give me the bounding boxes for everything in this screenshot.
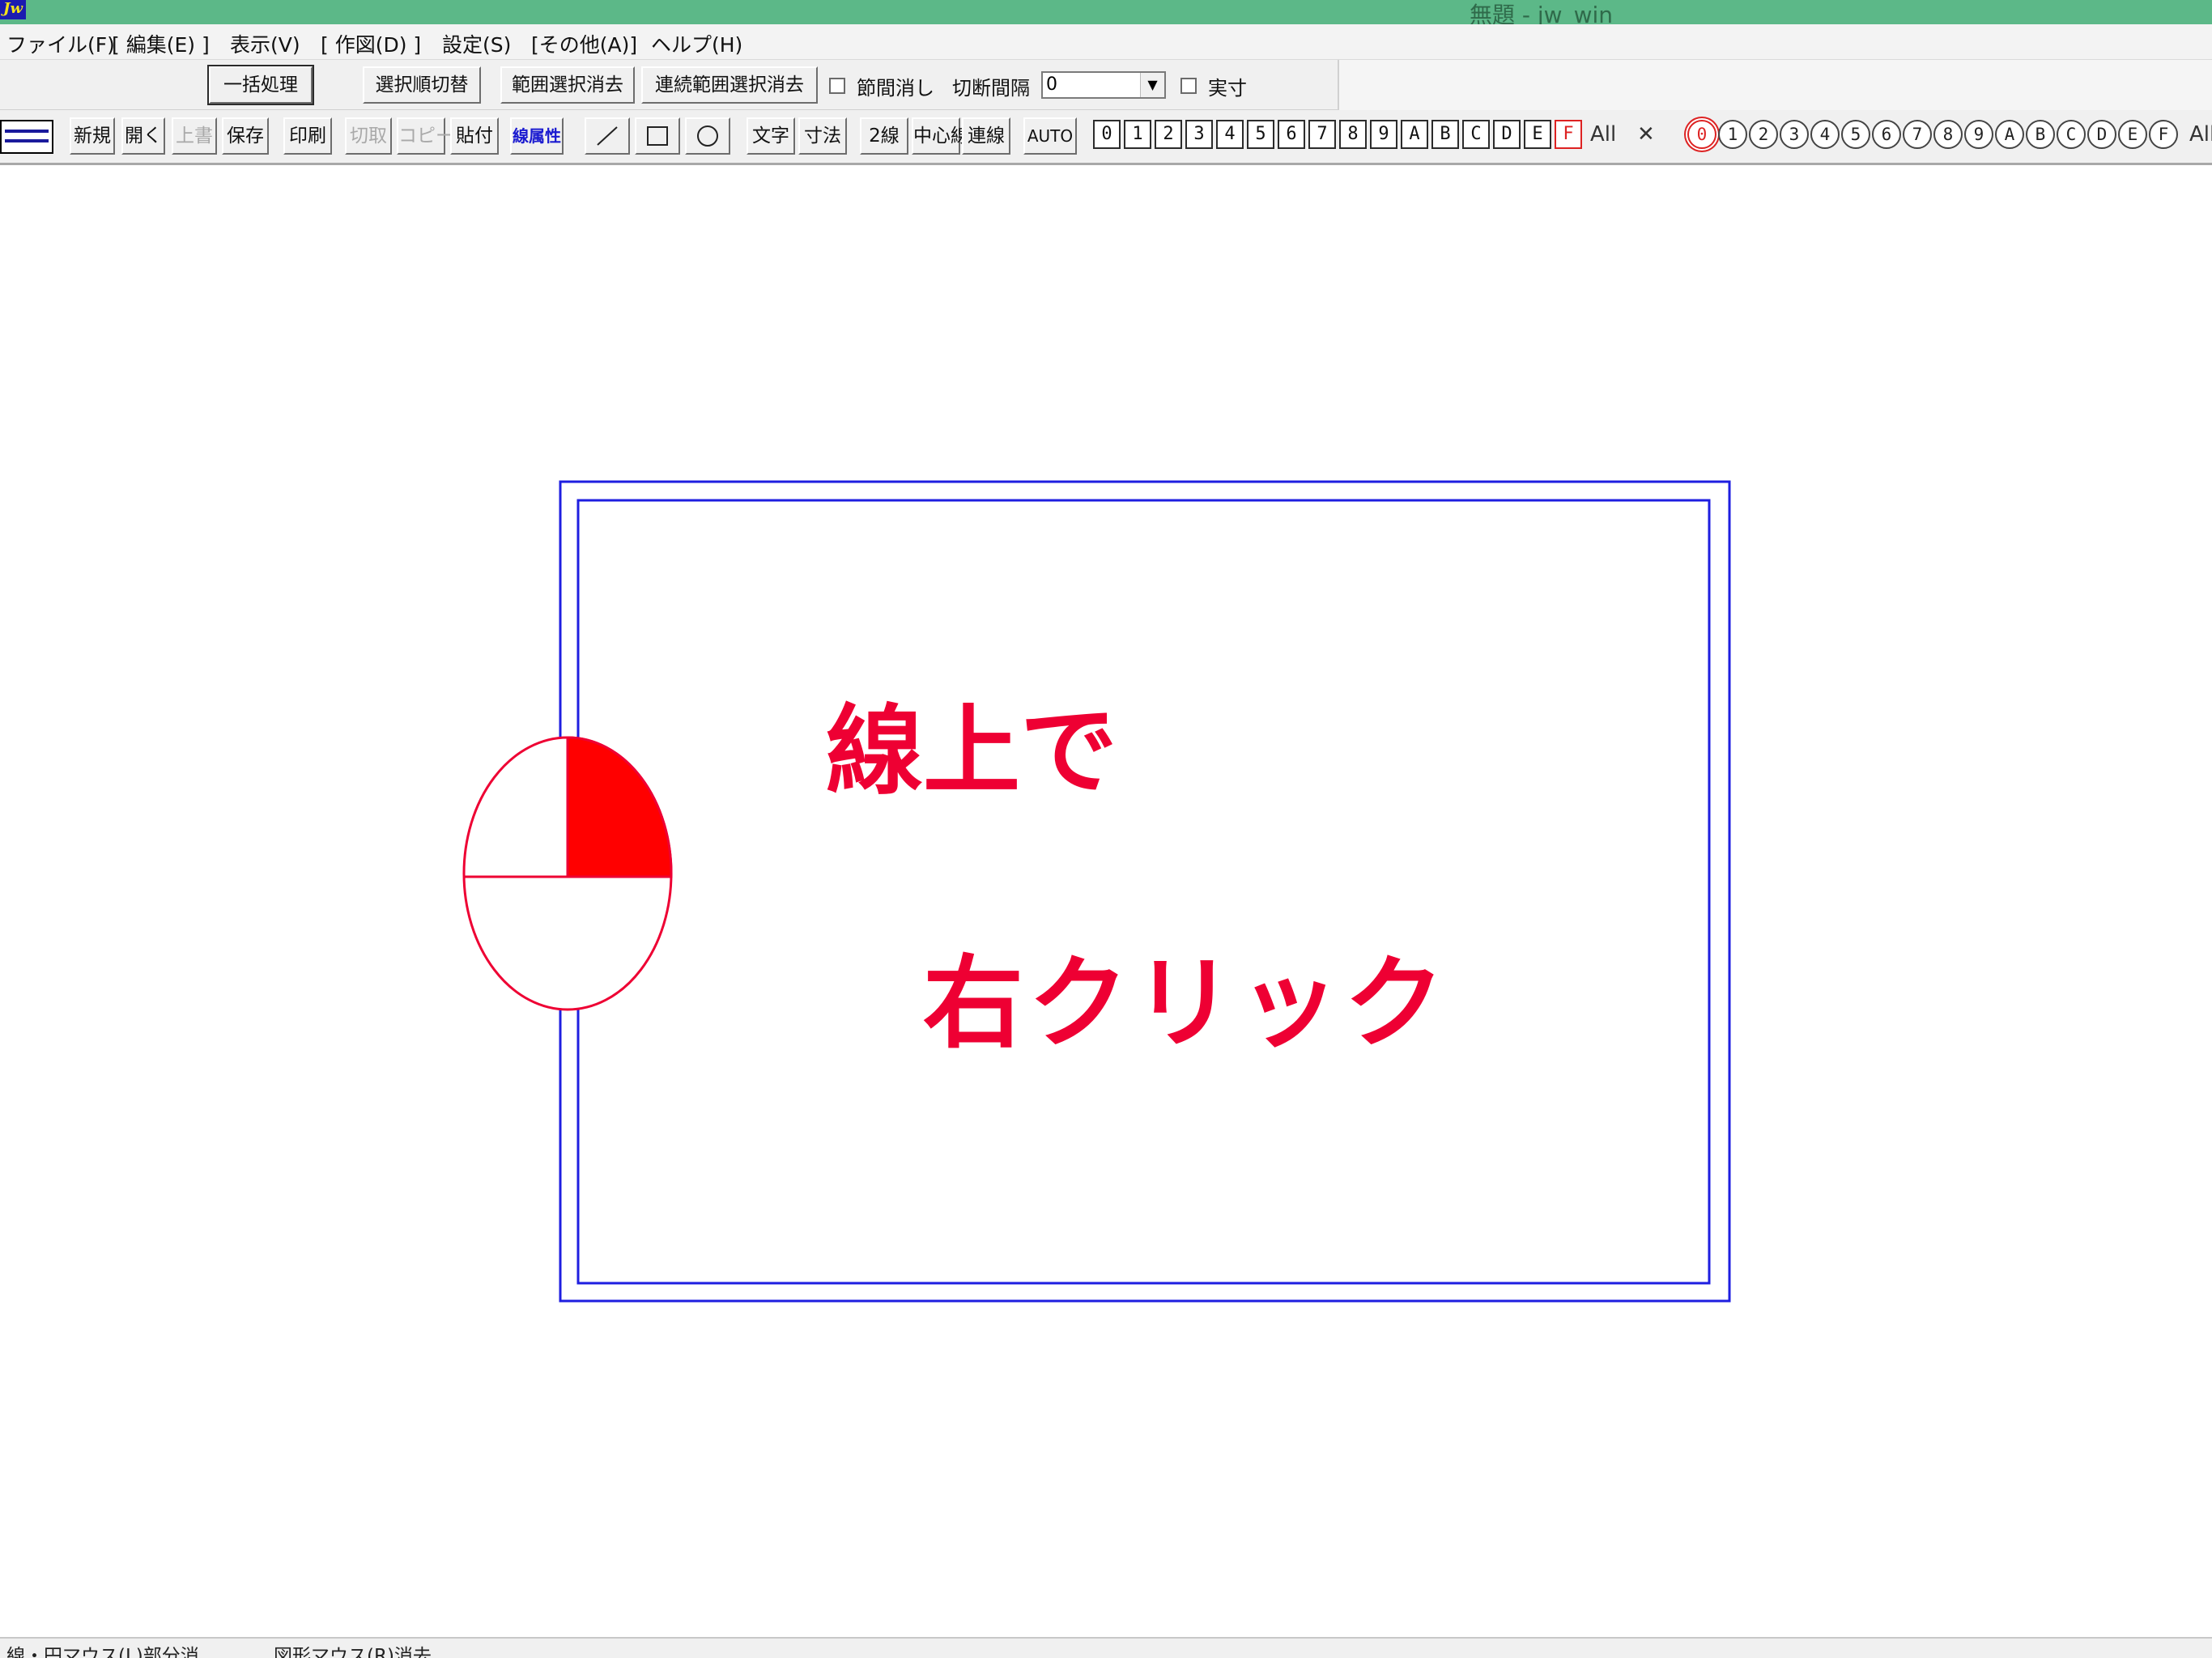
- layer-group-button-a[interactable]: A: [1995, 120, 2024, 149]
- cut-button[interactable]: 切取: [345, 117, 392, 155]
- connect-line-button[interactable]: 連線: [962, 117, 1010, 155]
- select-order-button[interactable]: 選択順切替: [363, 66, 481, 104]
- menu-draw[interactable]: [ 作図(D) ]: [321, 29, 421, 58]
- drawing-layer: [462, 480, 1731, 1303]
- save-button[interactable]: 保存: [222, 117, 269, 155]
- drawing-canvas[interactable]: 線上で 右クリック: [0, 165, 2212, 1637]
- layer-group-button-9[interactable]: 9: [1964, 120, 1993, 149]
- inner-frame[interactable]: [576, 499, 1711, 1285]
- menu-edit[interactable]: [ 編集(E) ]: [112, 29, 210, 58]
- layer-group-button-f[interactable]: F: [2149, 120, 2178, 149]
- jw-logo-icon[interactable]: Jw: [0, 0, 26, 19]
- layer-group-button-b[interactable]: B: [2026, 120, 2055, 149]
- layer-button-f[interactable]: F: [1555, 120, 1582, 149]
- title-bar: Jw 無題 - jw_win: [0, 0, 2212, 28]
- chevron-down-icon[interactable]: ▼: [1140, 73, 1164, 97]
- status-right: 図形マウス(R)消去: [274, 1646, 432, 1658]
- layer-group-button-3[interactable]: 3: [1780, 120, 1809, 149]
- menu-settings[interactable]: 設定(S): [442, 29, 511, 58]
- circle-tool-icon: [697, 125, 718, 147]
- annotation-line2: 右クリック: [923, 946, 1450, 1062]
- layer-button-a[interactable]: A: [1401, 120, 1428, 149]
- circle-tool-button[interactable]: [685, 117, 730, 155]
- node-erase-checkbox[interactable]: [829, 78, 845, 94]
- layer-button-e[interactable]: E: [1524, 120, 1551, 149]
- cut-interval-select[interactable]: 0 ▼: [1041, 71, 1166, 99]
- layer-button-9[interactable]: 9: [1370, 120, 1397, 149]
- auto-mode-button[interactable]: AUTO: [1023, 117, 1077, 155]
- menu-other[interactable]: [その他(A)]: [531, 29, 637, 58]
- line-style-selector[interactable]: [0, 120, 53, 154]
- edit-toolbar: 一括処理 選択順切替 範囲選択消去 連続範囲選択消去 節間消し 切断間隔 0 ▼…: [0, 60, 2212, 110]
- layer-group-button-2[interactable]: 2: [1749, 120, 1778, 149]
- layer-button-1[interactable]: 1: [1124, 120, 1151, 149]
- group-all-button[interactable]: All: [2189, 120, 2212, 149]
- layer-group-button-c[interactable]: C: [2057, 120, 2086, 149]
- rectangle-tool-icon: [647, 126, 668, 146]
- layer-group-button-1[interactable]: 1: [1718, 120, 1747, 149]
- text-tool-button[interactable]: 文字: [747, 117, 795, 155]
- status-left: 線・円マウス(L)部分消: [6, 1646, 199, 1658]
- layer-group-button-4[interactable]: 4: [1810, 120, 1840, 149]
- paste-button[interactable]: 貼付: [450, 117, 499, 155]
- menu-view[interactable]: 表示(V): [230, 29, 300, 58]
- line-tool-icon: [597, 126, 618, 146]
- layer-group-button-5[interactable]: 5: [1841, 120, 1870, 149]
- layer-button-6[interactable]: 6: [1278, 120, 1305, 149]
- outer-frame[interactable]: [559, 480, 1731, 1303]
- open-button[interactable]: 開く: [121, 117, 165, 155]
- annotation-line1: 線上で: [826, 695, 1117, 808]
- layer-group-button-e[interactable]: E: [2118, 120, 2147, 149]
- cut-interval-value: 0: [1046, 74, 1057, 95]
- overwrite-button[interactable]: 上書: [172, 117, 217, 155]
- range-select-erase-button[interactable]: 範囲選択消去: [500, 66, 635, 104]
- rectangle-tool-button[interactable]: [635, 117, 680, 155]
- layer-all-button[interactable]: All: [1590, 120, 1616, 149]
- layer-group-button-8[interactable]: 8: [1933, 120, 1963, 149]
- line-attribute-button[interactable]: 線属性: [510, 117, 564, 155]
- layer-group-button-7[interactable]: 7: [1903, 120, 1932, 149]
- layer-button-0[interactable]: 0: [1093, 120, 1121, 149]
- actual-size-label: 実寸: [1208, 77, 1247, 100]
- layer-button-c[interactable]: C: [1462, 120, 1490, 149]
- actual-size-checkbox[interactable]: [1180, 78, 1197, 94]
- filled-quadrant: [566, 736, 673, 878]
- copy-button[interactable]: コピー: [397, 117, 454, 155]
- layer-button-4[interactable]: 4: [1216, 120, 1244, 149]
- layer-group-button-d[interactable]: D: [2087, 120, 2116, 149]
- center-line-button[interactable]: 中心線: [912, 117, 969, 155]
- close-icon[interactable]: ✕: [1637, 120, 1655, 149]
- batch-process-button[interactable]: 一括処理: [207, 65, 314, 105]
- layer-button-d[interactable]: D: [1493, 120, 1521, 149]
- node-erase-label: 節間消し: [857, 77, 934, 100]
- double-line-button[interactable]: 2線: [860, 117, 908, 155]
- layer-button-2[interactable]: 2: [1155, 120, 1182, 149]
- menu-bar: ファイル(F) [ 編集(E) ] 表示(V) [ 作図(D) ] 設定(S) …: [0, 24, 2212, 60]
- line-tool-button[interactable]: [585, 117, 630, 155]
- continuous-range-erase-button[interactable]: 連続範囲選択消去: [641, 66, 818, 104]
- layer-button-8[interactable]: 8: [1339, 120, 1367, 149]
- new-button[interactable]: 新規: [70, 117, 115, 155]
- layer-button-b[interactable]: B: [1431, 120, 1459, 149]
- layer-button-3[interactable]: 3: [1185, 120, 1213, 149]
- dimension-tool-button[interactable]: 寸法: [798, 117, 847, 155]
- layer-button-7[interactable]: 7: [1308, 120, 1336, 149]
- layer-group-button-6[interactable]: 6: [1872, 120, 1901, 149]
- menu-help[interactable]: ヘルプ(H): [651, 29, 742, 58]
- menu-file[interactable]: ファイル(F): [6, 29, 115, 58]
- layer-button-5[interactable]: 5: [1247, 120, 1274, 149]
- layer-group-button-0[interactable]: 0: [1687, 120, 1716, 149]
- status-bar: 線・円マウス(L)部分消 図形マウス(R)消去: [0, 1637, 2212, 1658]
- print-button[interactable]: 印刷: [283, 117, 332, 155]
- cut-interval-label: 切断間隔: [952, 77, 1030, 100]
